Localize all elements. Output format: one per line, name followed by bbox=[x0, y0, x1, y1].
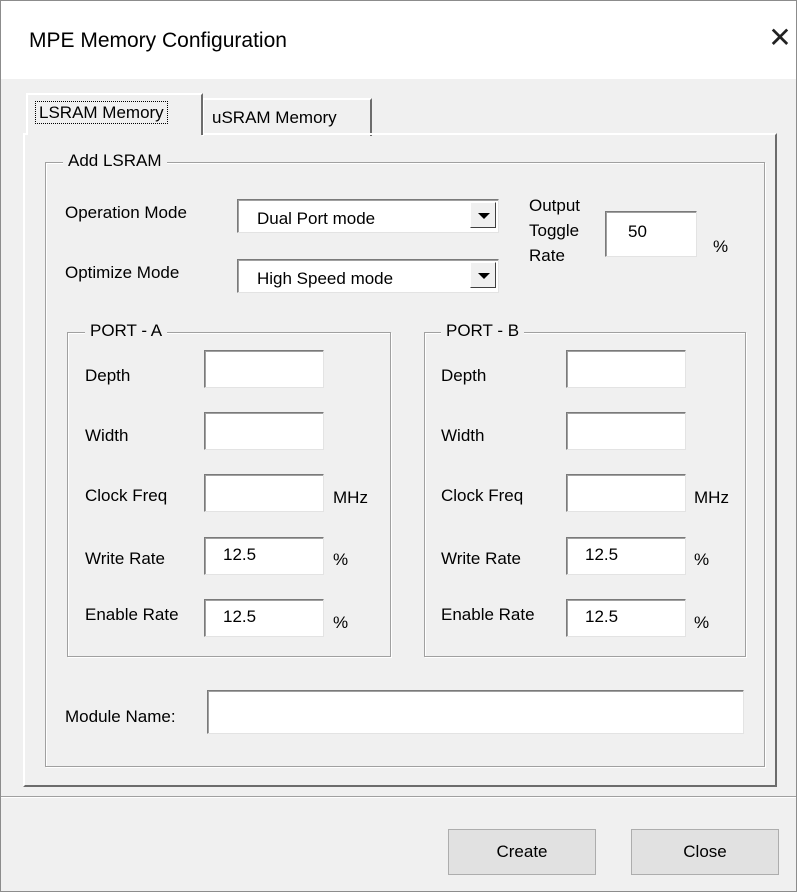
output-toggle-rate-input[interactable]: 50 bbox=[605, 211, 697, 257]
tab-lsram-memory[interactable]: LSRAM Memory bbox=[26, 93, 203, 135]
port-b-write-input[interactable]: 12.5 bbox=[566, 537, 686, 575]
port-a-enable-input[interactable]: 12.5 bbox=[204, 599, 324, 637]
port-a-depth-input[interactable] bbox=[204, 350, 324, 388]
output-toggle-label-2: Toggle bbox=[529, 221, 580, 240]
output-toggle-label-3: Rate bbox=[529, 246, 565, 265]
port-b-enable-unit: % bbox=[694, 613, 710, 632]
title-bar: MPE Memory Configuration ✕ bbox=[1, 1, 796, 79]
port-b-width-input[interactable] bbox=[566, 412, 686, 450]
operation-mode-select[interactable]: Dual Port mode bbox=[237, 199, 499, 233]
tab-label: LSRAM Memory bbox=[35, 101, 168, 124]
port-a-write-label: Write Rate bbox=[85, 549, 165, 568]
separator bbox=[1, 796, 796, 798]
optimize-mode-value: High Speed mode bbox=[257, 269, 394, 288]
output-toggle-label-1: Output bbox=[529, 196, 581, 215]
port-b-enable-label: Enable Rate bbox=[441, 605, 535, 624]
port-b-depth-input[interactable] bbox=[566, 350, 686, 388]
close-icon[interactable]: ✕ bbox=[765, 21, 795, 55]
port-b-clock-unit: MHz bbox=[694, 488, 729, 507]
tab-usram-memory[interactable]: uSRAM Memory bbox=[202, 98, 372, 136]
chevron-down-icon[interactable] bbox=[470, 202, 496, 228]
port-a-enable-unit: % bbox=[333, 613, 349, 632]
close-button[interactable]: Close bbox=[631, 829, 779, 875]
port-a-write-unit: % bbox=[333, 550, 349, 569]
port-b-write-label: Write Rate bbox=[441, 549, 521, 568]
port-a-clock-input[interactable] bbox=[204, 474, 324, 512]
port-a-depth-label: Depth bbox=[85, 366, 131, 385]
port-a-enable-label: Enable Rate bbox=[85, 605, 179, 624]
window-title: MPE Memory Configuration bbox=[29, 29, 287, 52]
optimize-mode-select[interactable]: High Speed mode bbox=[237, 259, 499, 293]
port-b-write-unit: % bbox=[694, 550, 710, 569]
port-b-title: PORT - B bbox=[441, 321, 525, 341]
group-title-add-lsram: Add LSRAM bbox=[63, 151, 167, 171]
output-toggle-unit: % bbox=[713, 237, 729, 256]
optimize-mode-label: Optimize Mode bbox=[65, 263, 180, 282]
port-a-width-input[interactable] bbox=[204, 412, 324, 450]
port-b-width-label: Width bbox=[441, 426, 485, 445]
port-a-clock-label: Clock Freq bbox=[85, 486, 168, 505]
tab-label: uSRAM Memory bbox=[212, 108, 337, 127]
port-a-width-label: Width bbox=[85, 426, 129, 445]
port-b-depth-label: Depth bbox=[441, 366, 487, 385]
create-button[interactable]: Create bbox=[448, 829, 596, 875]
dialog-window: MPE Memory Configuration ✕ LSRAM Memory … bbox=[0, 0, 797, 892]
port-b-enable-input[interactable]: 12.5 bbox=[566, 599, 686, 637]
port-a-clock-unit: MHz bbox=[333, 488, 368, 507]
port-a-write-input[interactable]: 12.5 bbox=[204, 537, 324, 575]
port-a-title: PORT - A bbox=[85, 321, 168, 341]
chevron-down-icon[interactable] bbox=[470, 262, 496, 288]
operation-mode-value: Dual Port mode bbox=[257, 209, 376, 228]
operation-mode-label: Operation Mode bbox=[65, 203, 187, 222]
port-b-clock-input[interactable] bbox=[566, 474, 686, 512]
port-b-clock-label: Clock Freq bbox=[441, 486, 524, 505]
module-name-input[interactable] bbox=[207, 690, 744, 734]
module-name-label: Module Name: bbox=[65, 707, 176, 726]
